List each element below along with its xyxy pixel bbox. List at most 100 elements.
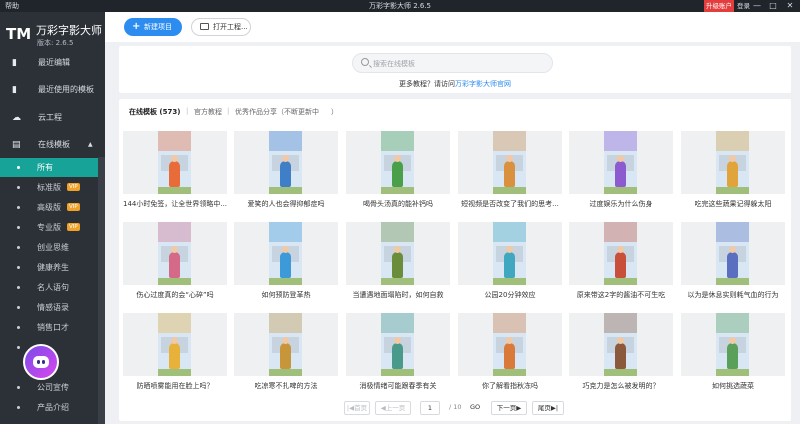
- template-thumbnail: [158, 131, 191, 194]
- minimize-icon[interactable]: —: [750, 0, 764, 12]
- sub-item-company[interactable]: 公司宣传: [0, 378, 98, 397]
- template-card[interactable]: 你了解看指秋冻吗: [458, 313, 562, 397]
- template-card[interactable]: 以为是休息实则耗气血的行为: [681, 222, 785, 306]
- open-project-label: 打开工程...: [213, 23, 248, 31]
- template-card[interactable]: 公园20分钟效应: [458, 222, 562, 306]
- sub-item-product[interactable]: 产品介绍: [0, 398, 98, 417]
- template-thumbnail-area: [234, 313, 338, 376]
- thumbnail-figure: [392, 252, 403, 278]
- template-card[interactable]: 消极情绪可能跟春季有关: [346, 313, 450, 397]
- template-thumbnail: [158, 313, 191, 376]
- tab-official-tutorials[interactable]: 官方教程: [194, 107, 222, 117]
- thumbnail-figure: [392, 161, 403, 187]
- template-thumbnail-area: [569, 222, 673, 285]
- plus-icon: +: [132, 21, 141, 32]
- template-caption: 防晒喷雾能用在脸上吗？: [136, 382, 214, 390]
- template-caption: 过度娱乐为什么伤身: [589, 200, 653, 208]
- thumbnail-figure-head: [617, 337, 624, 344]
- template-thumbnail-area: [346, 313, 450, 376]
- upgrade-account-button[interactable]: 升级账户: [704, 0, 734, 12]
- prev-page-button[interactable]: ◀上一页: [375, 401, 411, 415]
- bullet-icon: [17, 206, 20, 209]
- sub-item-startup[interactable]: 创业思维: [0, 238, 98, 257]
- file-icon: ▮: [12, 85, 17, 95]
- thumbnail-ground: [493, 369, 526, 376]
- template-thumbnail-area: [123, 313, 227, 376]
- thumbnail-figure: [169, 252, 180, 278]
- template-card[interactable]: 爱笑的人也会得抑郁症吗: [234, 131, 338, 215]
- sub-item-label: 专业版: [37, 223, 61, 232]
- tab-online-templates[interactable]: 在线模板 (573): [129, 107, 180, 117]
- template-card[interactable]: 吃凉寒不扎啤的方法: [234, 313, 338, 397]
- template-card[interactable]: 过度娱乐为什么伤身: [569, 131, 673, 215]
- maximize-icon[interactable]: □: [766, 0, 780, 12]
- template-caption: 伤心过度真的会“心碎”吗: [136, 291, 214, 299]
- sub-item-advanced[interactable]: 高级版 VIP: [0, 198, 98, 217]
- nav-recent-templates[interactable]: ▮ 最近使用的模板: [0, 79, 105, 101]
- nav-cloud-projects[interactable]: ☁ 云工程: [0, 107, 105, 129]
- next-page-button[interactable]: 下一页▶: [491, 401, 527, 415]
- thumbnail-sky: [716, 131, 749, 151]
- vip-badge: VIP: [67, 203, 80, 211]
- sub-item-all[interactable]: 所有: [0, 158, 98, 177]
- nav-label: 最近使用的模板: [38, 85, 94, 94]
- template-thumbnail: [716, 313, 749, 376]
- go-button[interactable]: GO: [470, 403, 480, 411]
- template-thumbnail: [493, 313, 526, 376]
- template-thumbnail-area: [123, 222, 227, 285]
- template-thumbnail-area: [569, 313, 673, 376]
- sub-item-emotion[interactable]: 情感语录: [0, 298, 98, 317]
- template-card[interactable]: 巧克力是怎么被发明的？: [569, 313, 673, 397]
- login-link[interactable]: 登录: [737, 0, 750, 12]
- thumbnail-figure: [280, 252, 291, 278]
- nav-recent-edits[interactable]: ▮ 最近编辑: [0, 52, 105, 74]
- sub-item-sales[interactable]: 销售口才: [0, 318, 98, 337]
- template-card[interactable]: 如何预防登革热: [234, 222, 338, 306]
- sub-item-quotes[interactable]: 名人语句: [0, 278, 98, 297]
- search-box[interactable]: [352, 53, 553, 73]
- close-icon[interactable]: ✕: [783, 0, 797, 12]
- template-card[interactable]: 144小时免签，让全世界领略中...: [123, 131, 227, 215]
- nav-online-templates[interactable]: ▤ 在线模板 ▲: [0, 134, 105, 156]
- new-project-button[interactable]: + 新建项目: [124, 18, 182, 36]
- template-card[interactable]: 短视频是否改变了我们的思考...: [458, 131, 562, 215]
- assistant-robot-icon[interactable]: [23, 344, 59, 380]
- sub-item-label: 情感语录: [37, 303, 69, 312]
- template-caption: 以为是休息实则耗气血的行为: [687, 291, 779, 299]
- thumbnail-figure: [504, 343, 515, 369]
- template-card[interactable]: 喝骨头汤真的能补钙吗: [346, 131, 450, 215]
- top-toolbar: + 新建项目 打开工程...: [105, 12, 800, 42]
- tab-works-share[interactable]: 优秀作品分享（不断更新中 ）: [235, 107, 338, 117]
- template-card[interactable]: 当遭遇地面塌陷时，如何自救: [346, 222, 450, 306]
- bullet-icon: [17, 286, 20, 289]
- template-card[interactable]: 伤心过度真的会“心碎”吗: [123, 222, 227, 306]
- tab-separator: |: [186, 107, 189, 115]
- template-caption: 喝骨头汤真的能补钙吗: [363, 200, 433, 208]
- template-card[interactable]: 原来带这2字的酱油不可生吃: [569, 222, 673, 306]
- sub-item-health[interactable]: 健康养生: [0, 258, 98, 277]
- thumbnail-sky: [604, 222, 637, 242]
- template-card[interactable]: 如何挑选蔬菜: [681, 313, 785, 397]
- template-caption: 如何预防登革热: [261, 291, 311, 299]
- thumbnail-sky: [381, 313, 414, 333]
- thumbnail-figure: [504, 161, 515, 187]
- template-thumbnail-area: [346, 222, 450, 285]
- page-number-input[interactable]: [420, 401, 440, 415]
- official-site-link[interactable]: 万彩字影大师官网: [455, 80, 511, 88]
- template-caption: 短视频是否改变了我们的思考...: [461, 200, 559, 208]
- search-input[interactable]: [373, 57, 543, 70]
- bullet-icon: [17, 326, 20, 329]
- first-page-button[interactable]: |◀首页: [344, 401, 370, 415]
- thumbnail-figure: [169, 343, 180, 369]
- thumbnail-ground: [158, 369, 191, 376]
- chevron-up-icon[interactable]: ▲: [88, 134, 93, 156]
- template-card[interactable]: 防晒喷雾能用在脸上吗？: [123, 313, 227, 397]
- open-project-button[interactable]: 打开工程...: [191, 18, 251, 36]
- sidebar-scrollbar[interactable]: [98, 157, 105, 424]
- template-card[interactable]: 吃完这些蔬果记得躲太阳: [681, 131, 785, 215]
- last-page-button[interactable]: 尾页▶|: [532, 401, 564, 415]
- sub-item-standard[interactable]: 标准版 VIP: [0, 178, 98, 197]
- sub-item-professional[interactable]: 专业版 VIP: [0, 218, 98, 237]
- thumbnail-ground: [158, 187, 191, 194]
- tutorial-tip: 更多教程？请访问万彩字影大师官网: [119, 79, 791, 89]
